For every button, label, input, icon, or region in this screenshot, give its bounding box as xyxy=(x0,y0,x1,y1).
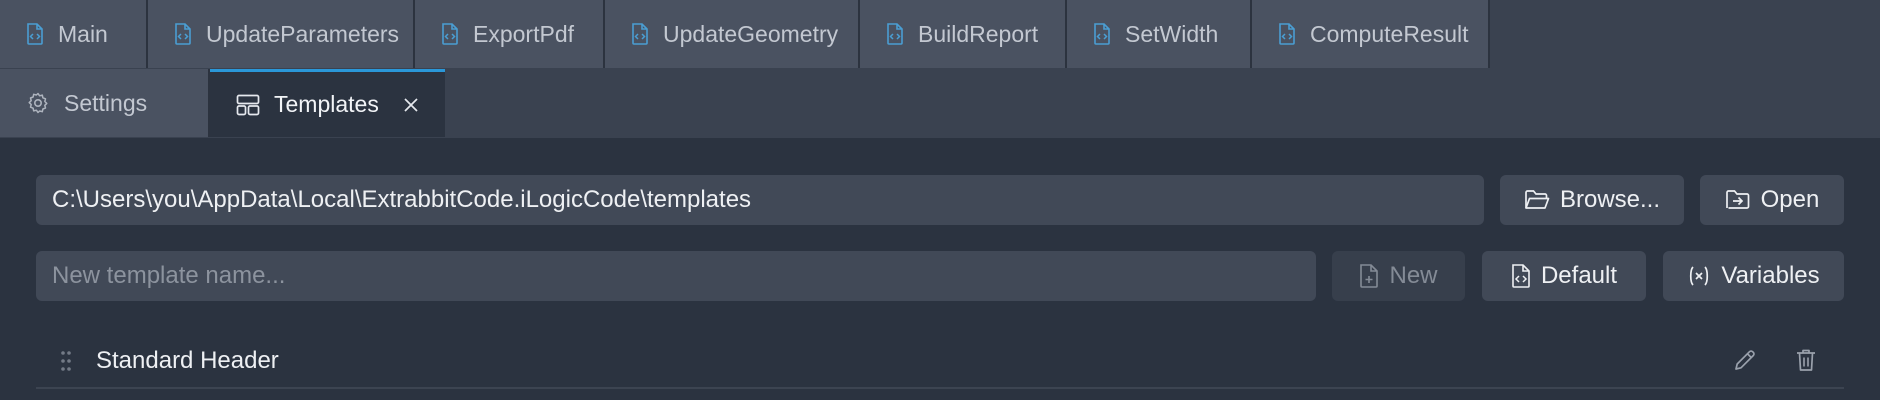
code-file-icon xyxy=(26,23,44,45)
code-file-icon xyxy=(441,23,459,45)
tab-row-2: Settings Templates xyxy=(0,69,445,137)
tab-label: Settings xyxy=(64,89,148,116)
layout-icon xyxy=(236,94,260,116)
list-item[interactable]: Standard Header xyxy=(36,335,1844,387)
gear-icon xyxy=(26,91,50,115)
tab-label: ExportPdf xyxy=(473,20,574,47)
templates-path-field[interactable]: C:\Users\you\AppData\Local\ExtrabbitCode… xyxy=(36,175,1484,225)
tab-label: BuildReport xyxy=(918,20,1039,47)
browse-button-label: Browse... xyxy=(1559,186,1661,213)
folder-open-icon xyxy=(1524,189,1550,211)
edit-icon[interactable] xyxy=(1732,347,1758,378)
tab-label: UpdateGeometry xyxy=(663,20,839,47)
template-name-input[interactable]: New template name... xyxy=(36,251,1316,301)
tab-label: Templates xyxy=(274,91,379,117)
default-button-label: Default xyxy=(1540,262,1618,289)
code-file-icon xyxy=(886,23,904,45)
tab-label: Main xyxy=(58,20,108,47)
open-button-label: Open xyxy=(1760,186,1820,213)
tab-update-geometry[interactable]: UpdateGeometry xyxy=(605,0,860,68)
template-name: Standard Header xyxy=(96,347,279,374)
tab-main[interactable]: Main xyxy=(0,0,148,68)
tab-bar: Main UpdateParameters ExportPdf UpdateGe… xyxy=(0,0,1880,138)
close-icon[interactable] xyxy=(403,97,419,113)
row-divider xyxy=(36,387,1844,389)
trash-icon[interactable] xyxy=(1794,347,1818,378)
drag-handle-icon[interactable] xyxy=(60,350,72,377)
default-template-button[interactable]: Default xyxy=(1482,251,1646,301)
tab-label: UpdateParameters xyxy=(206,20,400,47)
tab-templates[interactable]: Templates xyxy=(210,69,445,137)
open-button[interactable]: Open xyxy=(1700,175,1844,225)
new-template-button[interactable]: New xyxy=(1332,251,1465,301)
code-file-icon xyxy=(1278,23,1296,45)
tab-set-width[interactable]: SetWidth xyxy=(1067,0,1252,68)
tab-compute-result[interactable]: ComputeResult xyxy=(1252,0,1490,68)
variable-icon xyxy=(1687,264,1711,288)
code-file-icon xyxy=(631,23,649,45)
templates-panel: C:\Users\you\AppData\Local\ExtrabbitCode… xyxy=(0,138,1880,400)
code-file-icon xyxy=(1511,264,1531,288)
variables-button-label: Variables xyxy=(1721,262,1820,289)
file-plus-icon xyxy=(1359,264,1379,288)
tab-update-parameters[interactable]: UpdateParameters xyxy=(148,0,415,68)
tab-build-report[interactable]: BuildReport xyxy=(860,0,1067,68)
tab-export-pdf[interactable]: ExportPdf xyxy=(415,0,605,68)
variables-button[interactable]: Variables xyxy=(1663,251,1844,301)
new-button-label: New xyxy=(1389,262,1438,289)
tab-settings[interactable]: Settings xyxy=(0,69,210,137)
tab-label: SetWidth xyxy=(1125,20,1219,47)
browse-button[interactable]: Browse... xyxy=(1500,175,1684,225)
tab-label: ComputeResult xyxy=(1310,20,1469,47)
code-file-icon xyxy=(174,23,192,45)
code-file-icon xyxy=(1093,23,1111,45)
folder-arrow-icon xyxy=(1725,189,1751,211)
tab-row-1: Main UpdateParameters ExportPdf UpdateGe… xyxy=(0,0,1490,68)
